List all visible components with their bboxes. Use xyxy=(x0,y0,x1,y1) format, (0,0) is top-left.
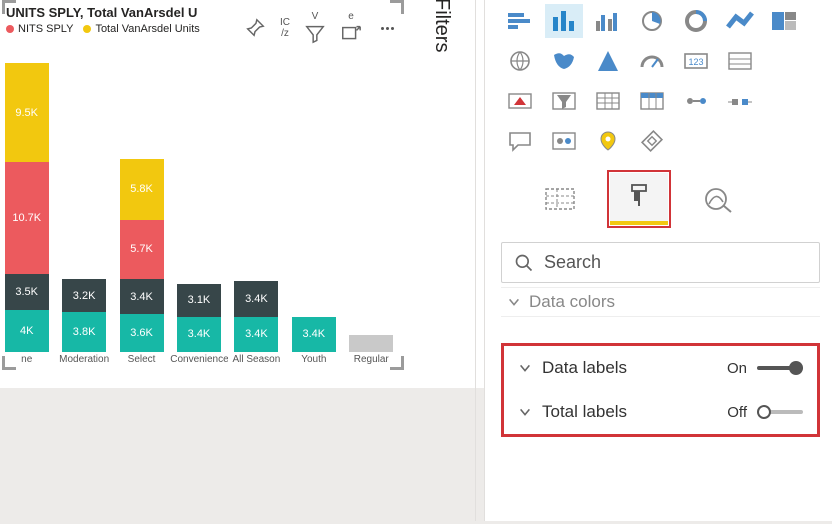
bar-segment: 3.5K xyxy=(5,274,49,311)
stacked-column-chart-icon[interactable] xyxy=(545,4,583,38)
multi-row-card-icon[interactable] xyxy=(721,44,759,78)
x-axis-label: Regular xyxy=(343,354,400,368)
bar-segment: 3.1K xyxy=(177,284,221,316)
search-placeholder: Search xyxy=(544,252,601,273)
table-icon[interactable] xyxy=(589,84,627,118)
x-axis-label: Select xyxy=(113,354,170,368)
bar-segment: 3.4K xyxy=(292,317,336,352)
chevron-down-icon xyxy=(507,295,521,309)
search-icon xyxy=(514,253,534,273)
x-axis-label: Youth xyxy=(285,354,342,368)
visualizations-pane: 123 Search Dat xyxy=(484,0,832,521)
data-labels-toggle[interactable] xyxy=(757,366,803,370)
power-apps-icon[interactable] xyxy=(633,124,671,158)
arcgis-map-icon[interactable] xyxy=(589,124,627,158)
data-labels-section[interactable]: Data labels On xyxy=(508,346,813,390)
total-labels-toggle[interactable] xyxy=(757,410,803,414)
svg-text:123: 123 xyxy=(688,57,703,67)
fields-tab-icon[interactable] xyxy=(531,173,589,225)
bar-segment: 5.7K xyxy=(120,220,164,279)
focus-mode-icon[interactable] xyxy=(340,23,362,45)
x-axis-label: Moderation xyxy=(55,354,112,368)
python-visual-icon[interactable] xyxy=(721,84,759,118)
visual-header-toolbar: IC /z V e xyxy=(238,8,398,48)
legend-label-1: Total VanArsdel Units xyxy=(95,23,199,35)
pin-icon[interactable] xyxy=(244,17,266,39)
chart-plot-area: 9.5K10.7K3.5K4K3.2K3.8K5.8K5.7K3.4K3.6K3… xyxy=(0,60,400,352)
chevron-down-icon xyxy=(518,405,532,419)
bar-segment: 3.2K xyxy=(62,279,106,312)
treemap-icon[interactable] xyxy=(765,4,803,38)
analytics-tab-icon[interactable] xyxy=(689,173,747,225)
filled-map-icon[interactable] xyxy=(545,44,583,78)
bar-segment: 9.5K xyxy=(5,63,49,162)
pie-chart-icon[interactable] xyxy=(633,4,671,38)
bar-segment: 3.6K xyxy=(120,314,164,352)
bar-segment: 3.4K xyxy=(120,279,164,314)
format-tabs xyxy=(501,170,820,228)
filter-icon[interactable] xyxy=(304,23,326,45)
ribbon-chart-icon[interactable] xyxy=(721,4,759,38)
map-icon[interactable] xyxy=(501,44,539,78)
azure-map-icon[interactable] xyxy=(589,44,627,78)
filters-pane-label[interactable]: Filters xyxy=(430,0,453,52)
bar-segment: 10.7K xyxy=(5,162,49,274)
visualization-type-gallery: 123 xyxy=(501,4,820,158)
matrix-icon[interactable] xyxy=(633,84,671,118)
x-axis-labels: neModerationSelectConvenienceAll SeasonY… xyxy=(0,354,400,368)
stacked-bar-chart-icon[interactable] xyxy=(501,4,539,38)
total-labels-section[interactable]: Total labels Off xyxy=(508,390,813,434)
total-labels-state: Off xyxy=(727,404,747,421)
bar-segment: 3.4K xyxy=(177,317,221,352)
bar-segment: 3.4K xyxy=(234,281,278,316)
chevron-down-icon xyxy=(518,361,532,375)
x-axis-label: All Season xyxy=(228,354,285,368)
slicer-icon[interactable] xyxy=(545,84,583,118)
r-visual-icon[interactable] xyxy=(677,84,715,118)
kpi-icon[interactable] xyxy=(501,84,539,118)
chart-visual[interactable]: UNITS SPLY, Total VanArsdel U NITS SPLY … xyxy=(0,0,410,390)
legend-label-0: NITS SPLY xyxy=(18,23,73,35)
bar-segment: 3.8K xyxy=(62,312,106,352)
bar-segment: 4K xyxy=(5,310,49,352)
key-influencers-icon[interactable] xyxy=(545,124,583,158)
labels-highlight-box: Data labels On Total labels Off xyxy=(501,343,820,437)
format-search-input[interactable]: Search xyxy=(501,242,820,283)
x-axis-label: Convenience xyxy=(170,354,227,368)
bar-segment: 3.4K xyxy=(234,317,278,352)
data-colors-section[interactable]: Data colors xyxy=(501,287,820,317)
card-icon[interactable]: 123 xyxy=(677,44,715,78)
format-tab-icon[interactable] xyxy=(610,173,668,225)
x-axis-label: ne xyxy=(0,354,55,368)
clustered-column-chart-icon[interactable] xyxy=(589,4,627,38)
qa-visual-icon[interactable] xyxy=(501,124,539,158)
donut-chart-icon[interactable] xyxy=(677,4,715,38)
more-options-icon[interactable] xyxy=(376,17,398,39)
bar-segment: 5.8K xyxy=(120,159,164,219)
format-tab-highlight xyxy=(607,170,671,228)
data-labels-state: On xyxy=(727,360,747,377)
gauge-icon[interactable] xyxy=(633,44,671,78)
